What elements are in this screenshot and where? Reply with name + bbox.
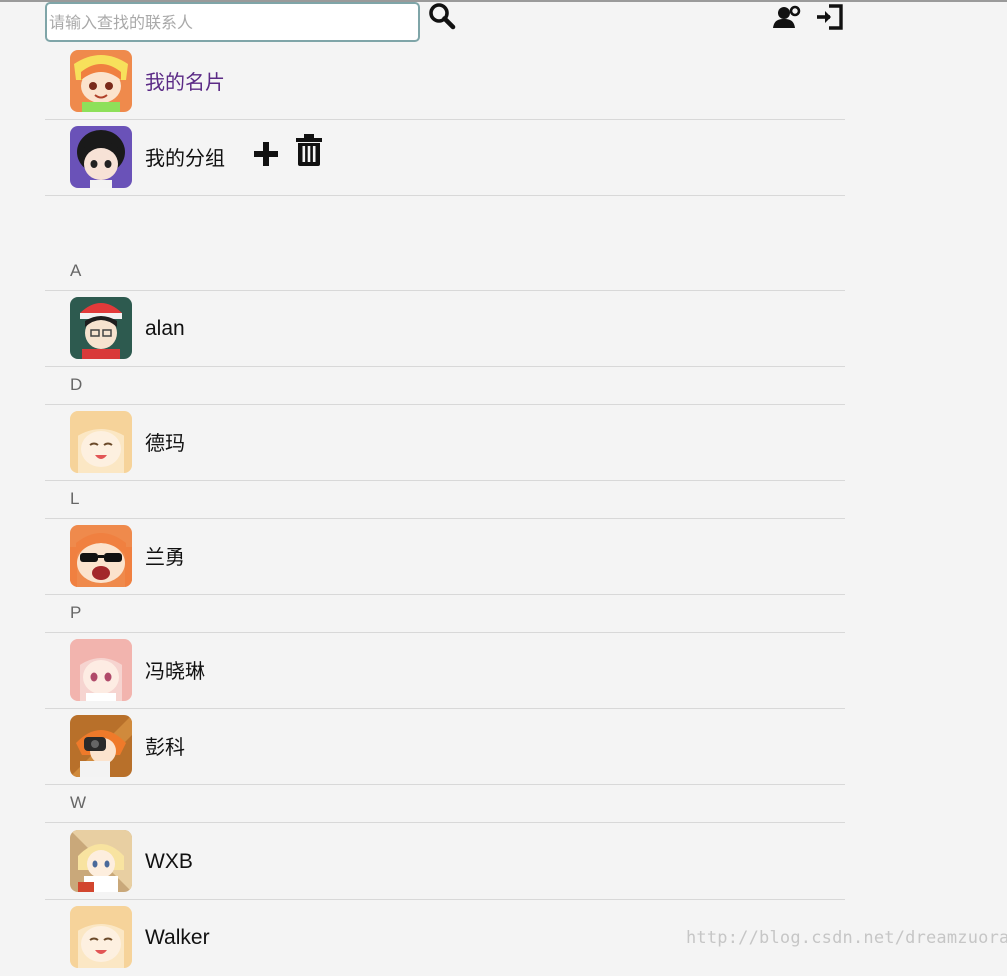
- section-header-d: D: [45, 367, 845, 405]
- contact-item-pengke[interactable]: 彭科: [45, 709, 845, 785]
- contact-item-fengxiaolin[interactable]: 冯晓琳: [45, 633, 845, 709]
- contact-name: 冯晓琳: [145, 659, 205, 683]
- contact-name: Walker: [145, 926, 210, 949]
- contact-item-lanyong[interactable]: 兰勇: [45, 519, 845, 595]
- section-header-p: P: [45, 595, 845, 633]
- contact-name: 德玛: [145, 431, 185, 455]
- avatar: [70, 639, 132, 701]
- my-groups-item[interactable]: 我的分组: [45, 120, 845, 196]
- avatar: [70, 715, 132, 777]
- my-card-label: 我的名片: [145, 70, 225, 94]
- section-letter: A: [70, 261, 82, 280]
- search-icon[interactable]: [428, 2, 456, 30]
- user-add-icon[interactable]: [772, 4, 802, 30]
- contacts-panel: 我的名片 我的分组: [45, 0, 845, 968]
- avatar: [70, 126, 132, 188]
- avatar: [70, 525, 132, 587]
- sign-in-icon[interactable]: [816, 4, 844, 30]
- section-header-w: W: [45, 785, 845, 823]
- section-letter: W: [70, 793, 87, 812]
- contact-item-wxb[interactable]: WXB: [45, 824, 845, 900]
- contact-item-dema[interactable]: 德玛: [45, 405, 845, 481]
- avatar: [70, 411, 132, 473]
- my-groups-label: 我的分组: [145, 146, 225, 170]
- section-header-a: A: [45, 253, 845, 291]
- avatar: [70, 50, 132, 112]
- trash-icon[interactable]: [295, 133, 323, 167]
- section-letter: L: [70, 489, 80, 508]
- avatar: [70, 297, 132, 359]
- contact-name: 彭科: [145, 735, 185, 759]
- section-letter: P: [70, 603, 82, 622]
- section-letter: D: [70, 375, 83, 394]
- contact-name: WXB: [145, 850, 193, 873]
- watermark-text: http://blog.csdn.net/dreamzuora: [686, 928, 1007, 948]
- my-card-item[interactable]: 我的名片: [45, 44, 845, 120]
- contact-item-alan[interactable]: alan: [45, 291, 845, 367]
- section-header-l: L: [45, 481, 845, 519]
- plus-icon[interactable]: [252, 138, 280, 170]
- search-input[interactable]: [45, 2, 420, 42]
- avatar: [70, 830, 132, 892]
- contact-name: alan: [145, 317, 185, 340]
- contact-name: 兰勇: [145, 545, 185, 569]
